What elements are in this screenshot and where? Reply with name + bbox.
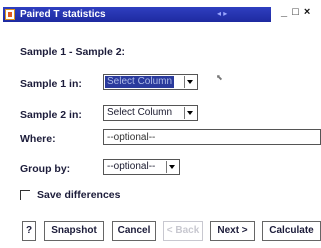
section-heading: Sample 1 - Sample 2: xyxy=(20,46,126,58)
group-by-select[interactable]: --optional-- xyxy=(103,159,180,175)
snapshot-button[interactable]: Snapshot xyxy=(44,221,104,241)
back-button[interactable]: < Back xyxy=(163,221,203,241)
title-bar-decoration: ◂ ▸ xyxy=(217,9,228,18)
group-by-label: Group by: xyxy=(20,163,71,175)
chevron-down-icon[interactable] xyxy=(184,76,196,88)
next-button[interactable]: Next > xyxy=(210,221,255,241)
sample2-select[interactable]: Select Column xyxy=(103,105,198,121)
where-label: Where: xyxy=(20,133,56,145)
app-icon xyxy=(5,9,15,20)
maximize-icon[interactable]: □ xyxy=(292,6,300,18)
sample1-select[interactable]: Select Column xyxy=(103,74,198,90)
sample2-select-value: Select Column xyxy=(107,107,173,118)
cancel-button[interactable]: Cancel xyxy=(112,221,156,241)
sample2-label: Sample 2 in: xyxy=(20,109,82,121)
chevron-down-icon[interactable] xyxy=(184,107,196,119)
chevron-down-icon[interactable] xyxy=(166,161,178,173)
title-bar-fill[interactable]: Paired T statistics ◂ ▸ xyxy=(3,7,271,22)
mouse-cursor-icon: ⬉ xyxy=(216,73,223,82)
help-button[interactable]: ? xyxy=(22,221,36,241)
window-title: Paired T statistics xyxy=(20,9,106,20)
sample1-select-value: Select Column xyxy=(105,76,175,88)
title-bar[interactable]: Paired T statistics ◂ ▸ _ □ × xyxy=(0,0,321,29)
group-by-select-value: --optional-- xyxy=(107,161,156,172)
sample1-label: Sample 1 in: xyxy=(20,78,82,90)
where-input[interactable] xyxy=(103,129,321,145)
save-differences-checkbox[interactable] xyxy=(20,190,30,200)
minimize-icon[interactable]: _ xyxy=(281,6,288,18)
window-controls: _ □ × xyxy=(281,6,311,18)
save-differences-label[interactable]: Save differences xyxy=(37,189,120,201)
close-icon[interactable]: × xyxy=(304,6,311,18)
calculate-button[interactable]: Calculate xyxy=(262,221,321,241)
